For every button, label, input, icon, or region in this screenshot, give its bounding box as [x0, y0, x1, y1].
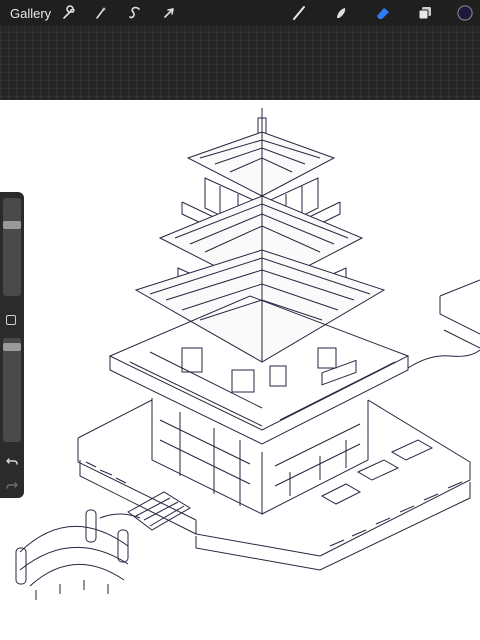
toolbar: Gallery: [0, 0, 480, 26]
side-slider-panel: [0, 192, 24, 498]
wrench-icon[interactable]: [60, 4, 78, 22]
undo-icon[interactable]: [5, 454, 19, 468]
modify-button[interactable]: [6, 315, 16, 325]
brush-size-slider[interactable]: [3, 198, 21, 296]
drawing-canvas[interactable]: [0, 100, 480, 640]
top-toolbar-area: Gallery: [0, 0, 480, 100]
brush-icon[interactable]: [290, 4, 308, 22]
gallery-button[interactable]: Gallery: [10, 6, 51, 21]
layers-icon[interactable]: [416, 4, 434, 22]
brush-size-knob[interactable]: [3, 221, 21, 229]
arrow-cursor-icon[interactable]: [160, 4, 178, 22]
eraser-icon[interactable]: [374, 4, 392, 22]
color-swatch-button[interactable]: [456, 4, 474, 22]
pagoda-line-drawing: [15, 108, 480, 600]
opacity-slider[interactable]: [3, 338, 21, 442]
smudge-icon[interactable]: [332, 4, 350, 22]
redo-icon[interactable]: [5, 478, 19, 492]
opacity-knob[interactable]: [3, 343, 21, 351]
magic-wand-icon[interactable]: [92, 4, 110, 22]
selection-s-icon[interactable]: [126, 4, 144, 22]
